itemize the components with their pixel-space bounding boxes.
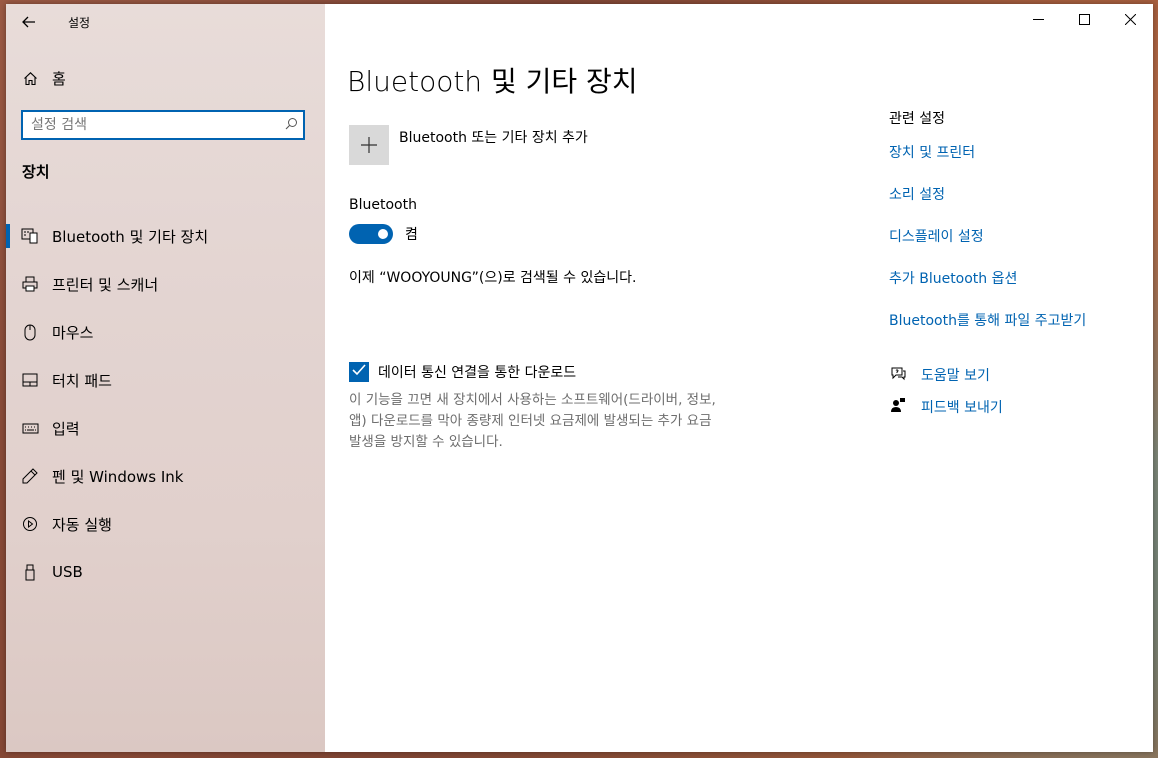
link-devices-printers[interactable]: 장치 및 프린터 xyxy=(889,142,1149,162)
sidebar-item-label: 터치 패드 xyxy=(52,371,112,390)
sidebar-item-bluetooth[interactable]: Bluetooth 및 기타 장치 xyxy=(6,212,325,260)
metered-desc-line: 발생을 방지할 수 있습니다. xyxy=(349,434,503,450)
help-chat-icon xyxy=(889,366,907,385)
get-help-label: 도움말 보기 xyxy=(921,368,990,384)
home-nav[interactable]: 홈 xyxy=(22,66,302,90)
sidebar-item-label: USB xyxy=(52,563,83,581)
plus-icon xyxy=(349,125,389,165)
close-icon xyxy=(1124,13,1136,29)
help-section: 도움말 보기 피드백 보내기 xyxy=(889,364,1003,428)
link-more-bluetooth-options[interactable]: 추가 Bluetooth 옵션 xyxy=(889,268,1149,288)
keyboard-icon xyxy=(21,419,39,437)
related-settings-title: 관련 설정 xyxy=(889,111,945,127)
metered-description: 이 기능을 끄면 새 장치에서 사용하는 소프트웨어(드라이버, 정보, 앱) … xyxy=(349,390,799,453)
bluetooth-devices-icon xyxy=(21,227,39,245)
sidebar-item-usb[interactable]: USB xyxy=(6,548,325,596)
sidebar-item-label: 펜 및 Windows Ink xyxy=(52,467,184,486)
sidebar-nav: Bluetooth 및 기타 장치 프린터 및 스캐너 마우스 터치 패드 입력… xyxy=(6,212,325,596)
link-sound-settings[interactable]: 소리 설정 xyxy=(889,184,1149,204)
sidebar: 설정 홈 장치 Bluetooth 및 기타 장치 xyxy=(6,4,325,752)
touchpad-icon xyxy=(21,371,39,389)
window-controls xyxy=(1015,4,1153,38)
autoplay-icon xyxy=(21,515,39,533)
add-device-button[interactable]: Bluetooth 또는 기타 장치 추가 xyxy=(349,125,588,165)
sidebar-item-printers[interactable]: 프린터 및 스캐너 xyxy=(6,260,325,308)
metered-checkbox[interactable] xyxy=(349,362,369,382)
bluetooth-label: Bluetooth xyxy=(349,197,417,213)
section-title: 장치 xyxy=(22,163,50,181)
back-button[interactable] xyxy=(16,10,42,34)
search-input[interactable] xyxy=(23,116,279,134)
metered-label: 데이터 통신 연결을 통한 다운로드 xyxy=(378,365,577,381)
printer-icon xyxy=(21,275,39,293)
add-device-label: Bluetooth 또는 기타 장치 추가 xyxy=(399,130,588,146)
maximize-icon xyxy=(1078,13,1090,29)
metered-download-row[interactable]: 데이터 통신 연결을 통한 다운로드 xyxy=(349,362,576,382)
minimize-icon xyxy=(1032,14,1044,29)
sidebar-item-label: 입력 xyxy=(52,419,80,438)
toggle-state-label: 켬 xyxy=(405,227,418,243)
search-icon[interactable] xyxy=(279,117,303,134)
discoverable-text: 이제 “WOOYOUNG”(으)로 검색될 수 있습니다. xyxy=(349,270,637,286)
main-content: Bluetooth 및 기타 장치 Bluetooth 또는 기타 장치 추가 … xyxy=(325,4,1153,752)
metered-desc-line: 앱) 다운로드를 막아 종량제 인터넷 요금제에 발생되는 추가 요금 xyxy=(349,413,712,429)
related-settings: 관련 설정 장치 및 프린터 소리 설정 디스플레이 설정 추가 Bluetoo… xyxy=(889,108,1149,352)
home-icon xyxy=(22,71,38,86)
get-help-link[interactable]: 도움말 보기 xyxy=(889,364,1003,386)
close-button[interactable] xyxy=(1107,4,1153,38)
usb-icon xyxy=(21,563,39,581)
toggle-knob xyxy=(378,229,388,239)
sidebar-item-label: Bluetooth 및 기타 장치 xyxy=(52,227,209,246)
pen-icon xyxy=(21,467,39,485)
checkmark-icon xyxy=(352,364,366,380)
sidebar-item-pen[interactable]: 펜 및 Windows Ink xyxy=(6,452,325,500)
bluetooth-toggle-row: 켬 xyxy=(349,224,418,244)
maximize-button[interactable] xyxy=(1061,4,1107,38)
sidebar-item-touchpad[interactable]: 터치 패드 xyxy=(6,356,325,404)
minimize-button[interactable] xyxy=(1015,4,1061,38)
sidebar-item-label: 자동 실행 xyxy=(52,515,112,534)
bluetooth-toggle[interactable] xyxy=(349,224,393,244)
titlebar-left: 설정 xyxy=(6,4,325,40)
home-label: 홈 xyxy=(52,69,66,88)
feedback-link[interactable]: 피드백 보내기 xyxy=(889,396,1003,418)
sidebar-item-label: 마우스 xyxy=(52,323,94,342)
sidebar-item-autoplay[interactable]: 자동 실행 xyxy=(6,500,325,548)
selected-indicator xyxy=(6,224,10,248)
metered-desc-line: 이 기능을 끄면 새 장치에서 사용하는 소프트웨어(드라이버, 정보, xyxy=(349,392,716,408)
back-arrow-icon xyxy=(22,13,36,32)
feedback-person-icon xyxy=(889,397,907,417)
link-display-settings[interactable]: 디스플레이 설정 xyxy=(889,226,1149,246)
app-title: 설정 xyxy=(68,16,91,30)
settings-window: 설정 홈 장치 Bluetooth 및 기타 장치 xyxy=(6,4,1153,752)
sidebar-item-mouse[interactable]: 마우스 xyxy=(6,308,325,356)
mouse-icon xyxy=(21,323,39,341)
search-box[interactable] xyxy=(21,110,305,140)
link-send-receive-files[interactable]: Bluetooth를 통해 파일 주고받기 xyxy=(889,310,1149,330)
sidebar-item-typing[interactable]: 입력 xyxy=(6,404,325,452)
sidebar-item-label: 프린터 및 스캐너 xyxy=(52,275,159,294)
feedback-label: 피드백 보내기 xyxy=(921,400,1003,416)
page-title: Bluetooth 및 기타 장치 xyxy=(347,65,638,98)
